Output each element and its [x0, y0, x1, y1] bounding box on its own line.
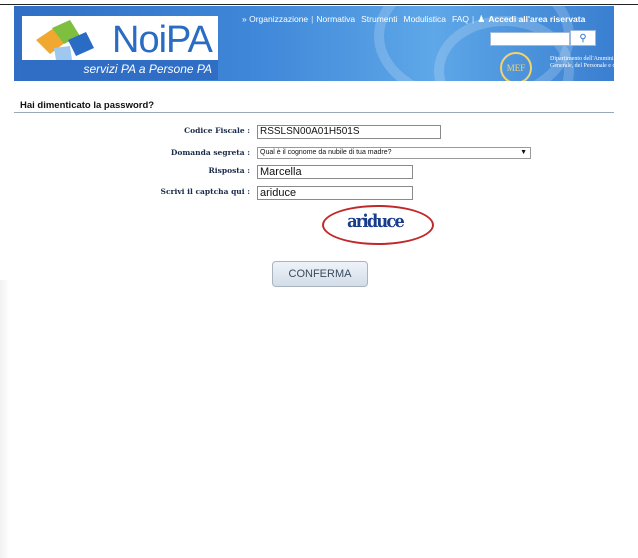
nav-normativa[interactable]: Normativa [316, 14, 355, 24]
reserved-area-link[interactable]: Accedi all'area riservata [488, 14, 585, 24]
domanda-segreta-select[interactable]: Qual è il cognome da nubile di tua madre… [257, 147, 531, 159]
title-divider [14, 112, 614, 113]
domanda-segreta-value: Qual è il cognome da nubile di tua madre… [260, 149, 392, 156]
codice-fiscale-label: Codice Fiscale : [184, 126, 250, 135]
nav-organizzazione[interactable]: » Organizzazione [242, 14, 308, 24]
search-icon: ⚲ [579, 32, 587, 44]
chevron-down-icon: ▼ [520, 149, 527, 156]
logo-title: NoiPA [112, 19, 213, 61]
confirm-button[interactable]: CONFERMA [272, 261, 368, 287]
top-border [0, 4, 638, 5]
risposta-label: Risposta : [208, 166, 250, 175]
domanda-segreta-row: Domanda segreta : Qual è il cognome da n… [0, 147, 638, 161]
user-icon: ♟ [477, 13, 486, 24]
logo-subtitle: servizi PA a Persone PA [83, 62, 213, 76]
captcha-row: Scrivi il captcha qui : ariduce [0, 186, 638, 200]
mef-department-text: Dipartimento dell'Amministrazione Genera… [550, 56, 614, 69]
search-input[interactable] [490, 32, 570, 46]
logo-subtitle-bar: servizi PA a Persone PA [22, 60, 218, 80]
page-title: Hai dimenticato la password? [20, 100, 155, 111]
captcha-highlight-circle [322, 205, 434, 245]
codice-fiscale-input[interactable]: RSSLSN00A01H501S [257, 125, 441, 139]
nav-faq[interactable]: FAQ [452, 14, 469, 24]
nav-strumenti[interactable]: Strumenti [361, 14, 397, 24]
page-edge-shadow [0, 280, 10, 558]
logo-symbol-icon [36, 20, 94, 60]
domanda-segreta-label: Domanda segreta : [170, 148, 250, 157]
risposta-row: Risposta : Marcella [0, 165, 638, 179]
captcha-input[interactable]: ariduce [257, 186, 413, 200]
search-button[interactable]: ⚲ [570, 30, 596, 46]
captcha-area: ariduce [322, 205, 434, 245]
risposta-input[interactable]: Marcella [257, 165, 413, 179]
captcha-label: Scrivi il captcha qui : [160, 187, 250, 196]
codice-fiscale-row: Codice Fiscale : RSSLSN00A01H501S [0, 125, 638, 139]
top-navigation: » Organizzazione | Normativa Strumenti M… [242, 13, 586, 25]
mef-logo: MEF [500, 52, 532, 81]
nav-modulistica[interactable]: Modulistica [403, 14, 446, 24]
noipa-logo[interactable]: NoiPA servizi PA a Persone PA [22, 16, 218, 80]
